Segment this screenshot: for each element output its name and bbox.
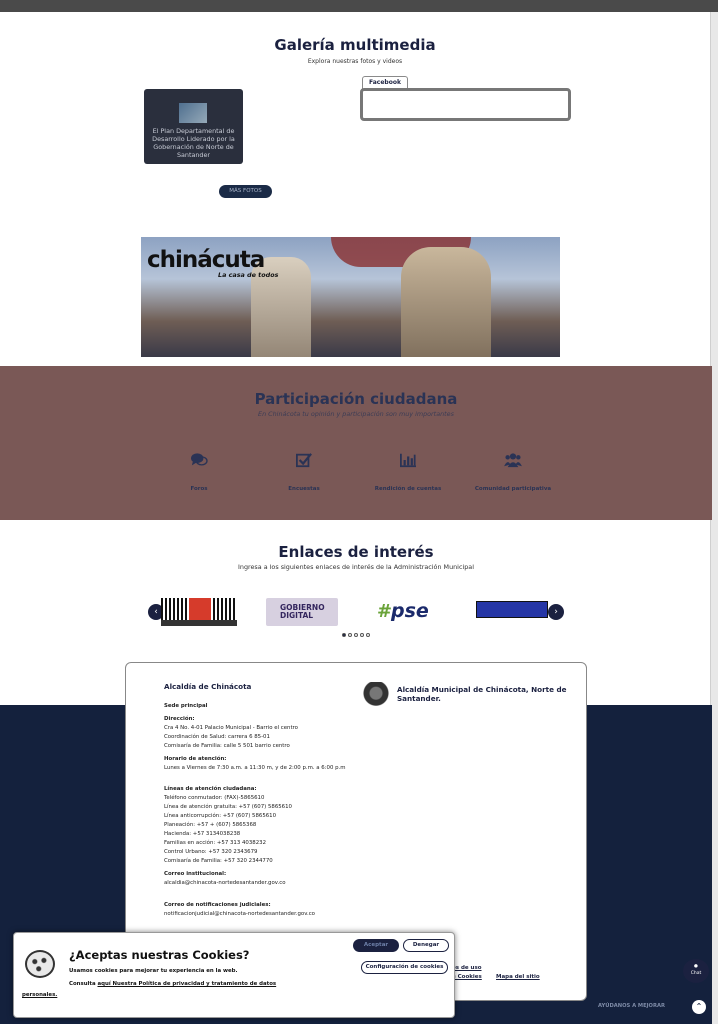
users-icon: [504, 453, 522, 468]
municipal-crest-icon: [363, 682, 389, 710]
linea-item: Hacienda: +57 3134038238: [164, 831, 241, 837]
photo-caption: El Plan Departamental de Desarrollo Lide…: [152, 127, 235, 159]
correo-label-text: Correo institucional:: [164, 871, 227, 877]
carousel-dot[interactable]: [348, 633, 352, 637]
banner-brand: chinácuta: [147, 247, 265, 273]
participation-label: Comunidad participativa: [474, 486, 552, 492]
facebook-widget: [360, 88, 571, 121]
pse-text: pse: [391, 600, 429, 622]
links-subtitle: Ingresa a los siguientes enlaces de inte…: [238, 563, 474, 571]
gallery-photo-card[interactable]: El Plan Departamental de Desarrollo Lide…: [144, 89, 243, 164]
carousel-dot[interactable]: [342, 633, 346, 637]
linea-item: Control Urbano: +57 320 2343679: [164, 849, 258, 855]
participation-item-encuestas[interactable]: Encuestas: [254, 452, 354, 492]
participation-item-comunidad[interactable]: Comunidad participativa: [463, 452, 563, 492]
carousel-dots: [342, 633, 370, 637]
cookie-consent-dialog: ¿Aceptas nuestras Cookies? Usamos cookie…: [13, 932, 455, 1018]
banner-tower-right: [401, 247, 491, 357]
participation-section: Participación ciudadana En Chinácota tu …: [0, 366, 712, 520]
more-photos-button[interactable]: MÁS FOTOS: [219, 185, 272, 198]
link-logo-barcode[interactable]: [161, 598, 237, 626]
privacy-policy-link[interactable]: aquí Nuestra Política de privacidad y tr…: [97, 981, 276, 987]
photo-thumbnail: [179, 103, 207, 123]
direccion-line: Coordinación de Salud: carrera 6 85-01: [164, 734, 270, 740]
footer-org-title: Alcaldía Municipal de Chinácota, Norte d…: [397, 685, 567, 703]
comments-icon: [191, 453, 208, 466]
chinacota-banner[interactable]: chinácuta La casa de todos: [141, 237, 560, 357]
notif-label: Correo de notificaciones judiciales:: [164, 901, 271, 910]
deny-cookies-button[interactable]: Denegar: [403, 939, 449, 952]
cookie-icon: [25, 950, 55, 978]
gallery-subtitle: Explora nuestras fotos y videos: [307, 58, 403, 65]
link-logo-blue[interactable]: [476, 601, 548, 618]
chat-button[interactable]: ● Chat: [683, 959, 709, 983]
cookies-policy-link[interactable]: e Cookies: [452, 974, 482, 980]
direccion-line: Comisaría de Familia: calle 5 501 barrio…: [164, 743, 290, 749]
participation-label: Foros: [190, 486, 208, 492]
bar-chart-icon: [400, 453, 416, 468]
link-logo-gobierno-digital[interactable]: GOBIERNO DIGITAL: [266, 598, 338, 626]
participation-item-rendicion[interactable]: Rendición de cuentas: [358, 452, 458, 492]
direccion-label-text: Dirección:: [164, 716, 195, 722]
linea-item: Línea de atención gratuita: +57 (607) 58…: [164, 804, 292, 810]
participation-label: Rendición de cuentas: [374, 486, 442, 492]
notif-link[interactable]: notificacionjudicial@chinacota-nortedesa…: [164, 910, 315, 919]
scroll-to-top-icon[interactable]: ⌃: [692, 1000, 706, 1014]
carousel-dot[interactable]: [354, 633, 358, 637]
accept-cookies-button[interactable]: Aceptar: [353, 939, 399, 952]
notif-label-text: Correo de notificaciones judiciales:: [164, 902, 271, 908]
terms-link[interactable]: os de uso: [452, 965, 482, 971]
cookie-text-prefix: Consulta: [69, 981, 98, 987]
carousel-dot[interactable]: [360, 633, 364, 637]
direccion-label: Dirección:: [164, 715, 195, 724]
footer-org-name: Alcaldía de Chinácota: [164, 682, 252, 691]
chat-icon: ●: [694, 964, 698, 969]
pse-hash-icon: #: [377, 601, 393, 622]
privacy-policy-link-cont[interactable]: personales.: [22, 992, 57, 998]
link-logo-pse[interactable]: # pse: [377, 598, 441, 626]
feedback-link[interactable]: AYÚDANOS A MEJORAR: [598, 1003, 665, 1009]
correo-label: Correo institucional:: [164, 870, 226, 879]
participation-item-foros[interactable]: Foros: [149, 452, 249, 492]
horario-text: Lunes a Viernes de 7:30 a.m. a 11:30 m, …: [164, 765, 346, 771]
participation-title: Participación ciudadana: [254, 390, 458, 408]
browser-top-bar: [0, 0, 718, 12]
carousel-dot[interactable]: [366, 633, 370, 637]
sitemap-link[interactable]: Mapa del sitio: [496, 974, 540, 980]
cookie-settings-button[interactable]: Configuración de cookies: [361, 961, 448, 974]
banner-tagline: La casa de todos: [218, 271, 279, 279]
correo-link[interactable]: alcaldia@chinacota-nortedesantander.gov.…: [164, 879, 286, 888]
sede-label-text: Sede principal: [164, 703, 208, 709]
participation-subtitle: En Chinácota tu opinión y participación …: [258, 410, 454, 418]
horario-label: Horario de atención:: [164, 755, 226, 764]
gobierno-digital-text: GOBIERNO DIGITAL: [280, 603, 325, 620]
horario-label-text: Horario de atención:: [164, 756, 227, 762]
direccion-line: Cra 4 No. 4-01 Palacio Municipal - Barri…: [164, 725, 298, 731]
linea-item: Planeación: +57 + (607) 5865368: [164, 822, 257, 828]
cookie-text-policy: Consulta aquí Nuestra Política de privac…: [69, 981, 276, 987]
cookie-text: Usamos cookies para mejorar tu experienc…: [69, 968, 238, 974]
linea-item: Línea anticorrupción: +57 (607) 5865610: [164, 813, 277, 819]
checkbox-icon: [295, 453, 312, 468]
cookie-title: ¿Aceptas nuestras Cookies?: [69, 948, 250, 962]
sede-label: Sede principal: [164, 702, 208, 711]
chat-label: Chat: [690, 971, 702, 976]
linea-item: Comisaría de Familia: +57 320 2344770: [164, 858, 273, 864]
linea-item: Teléfono conmutador: (FAX)-5865610: [164, 795, 265, 801]
links-title: Enlaces de interés: [278, 543, 434, 561]
flag-icon: [189, 598, 211, 620]
linea-item: Familias en acción: +57 313 4038232: [164, 840, 266, 846]
gallery-title: Galería multimedia: [274, 36, 436, 54]
lineas-label-text: Líneas de atención ciudadana:: [164, 786, 257, 792]
lineas-label: Líneas de atención ciudadana:: [164, 785, 257, 794]
participation-label: Encuestas: [288, 486, 320, 492]
carousel-next-button[interactable]: ›: [548, 604, 564, 620]
